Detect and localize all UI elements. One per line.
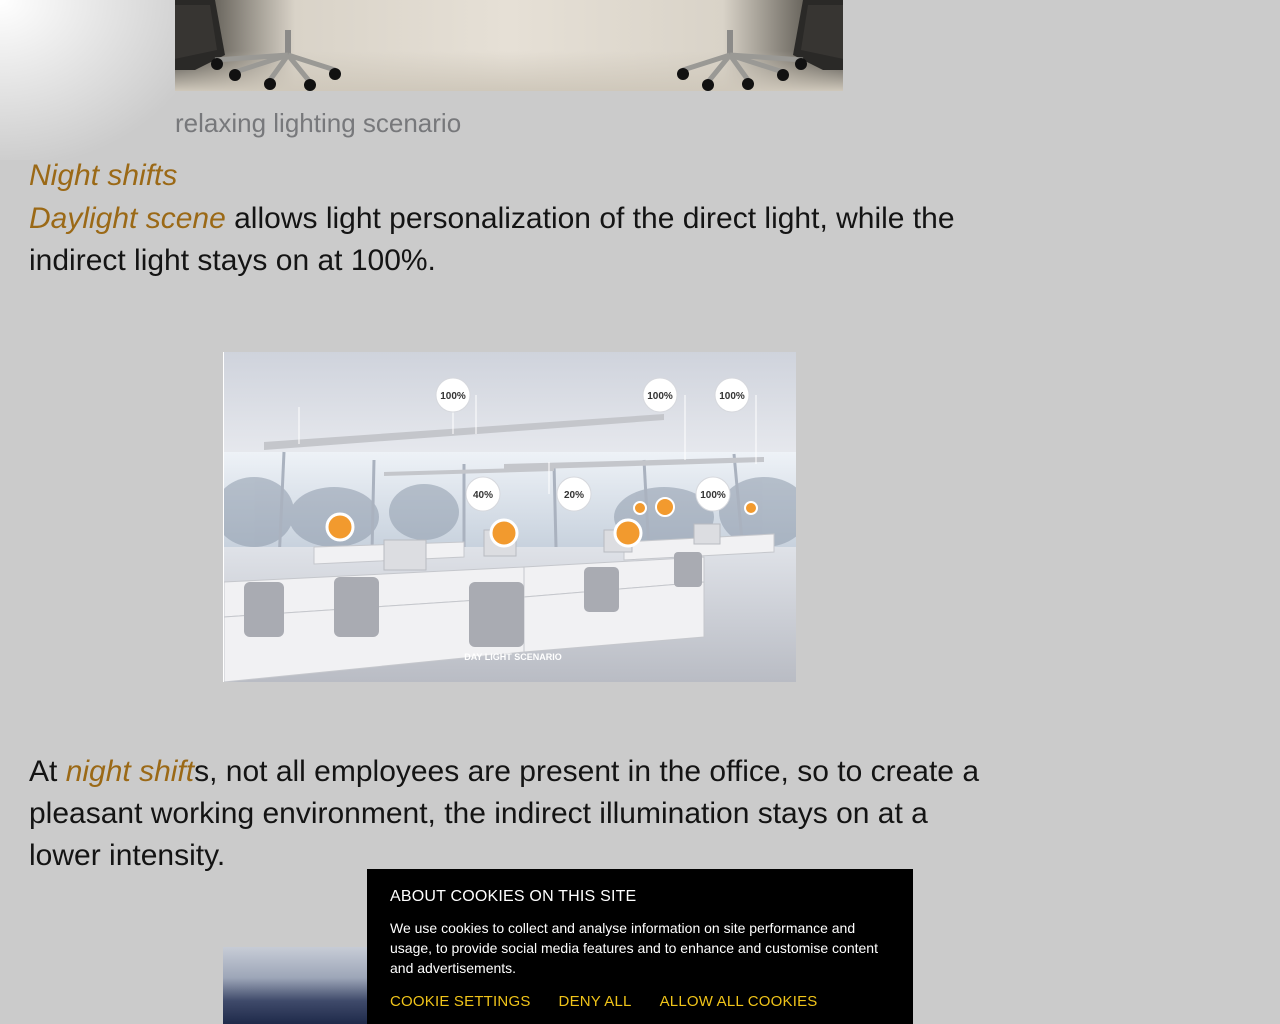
cookie-settings-button[interactable]: COOKIE SETTINGS — [390, 993, 531, 1010]
label-desk-2: 20% — [564, 490, 584, 501]
label-ceiling-2: 100% — [647, 391, 673, 402]
paragraph-daylight-scene: Daylight scene allows light personalizat… — [29, 198, 989, 282]
paragraph-prefix: At — [29, 755, 66, 788]
label-desk-3: 100% — [700, 490, 726, 501]
section-title-night-shifts: Night shifts — [29, 159, 178, 192]
scenario-footer-label: DAY LIGHT SCENARIO — [464, 652, 562, 662]
label-ceiling-1: 100% — [440, 391, 466, 402]
label-ceiling-3: 100% — [719, 391, 745, 402]
allow-all-cookies-button[interactable]: ALLOW ALL COOKIES — [660, 993, 818, 1010]
night-shift-link: night shift — [65, 755, 195, 788]
label-desk-1: 40% — [473, 490, 493, 501]
daylight-scene-link: Daylight scene — [29, 202, 226, 235]
daylight-scenario-image: 100% 100% 100% 40% 20% 100% DAY LIGHT SC… — [223, 352, 796, 682]
deny-all-button[interactable]: DENY ALL — [559, 993, 632, 1010]
office-chair-right — [677, 0, 843, 91]
office-chair-left — [175, 0, 341, 91]
page: relaxing lighting scenario Night shifts … — [0, 0, 1280, 1024]
cookie-banner-text: We use cookies to collect and analyse in… — [390, 920, 878, 976]
corner-glow — [0, 0, 200, 160]
cookie-banner-title: ABOUT COOKIES ON THIS SITE — [390, 888, 637, 905]
paragraph-night-shift: At night shifts, not all employees are p… — [29, 751, 989, 877]
relaxing-scenario-photo — [175, 0, 843, 91]
cookie-banner-actions: COOKIE SETTINGS DENY ALL ALLOW ALL COOKI… — [390, 993, 817, 1010]
night-scenario-photo — [223, 947, 373, 1024]
cookie-banner: ABOUT COOKIES ON THIS SITE We use cookie… — [367, 869, 913, 1024]
image-caption: relaxing lighting scenario — [175, 108, 462, 138]
